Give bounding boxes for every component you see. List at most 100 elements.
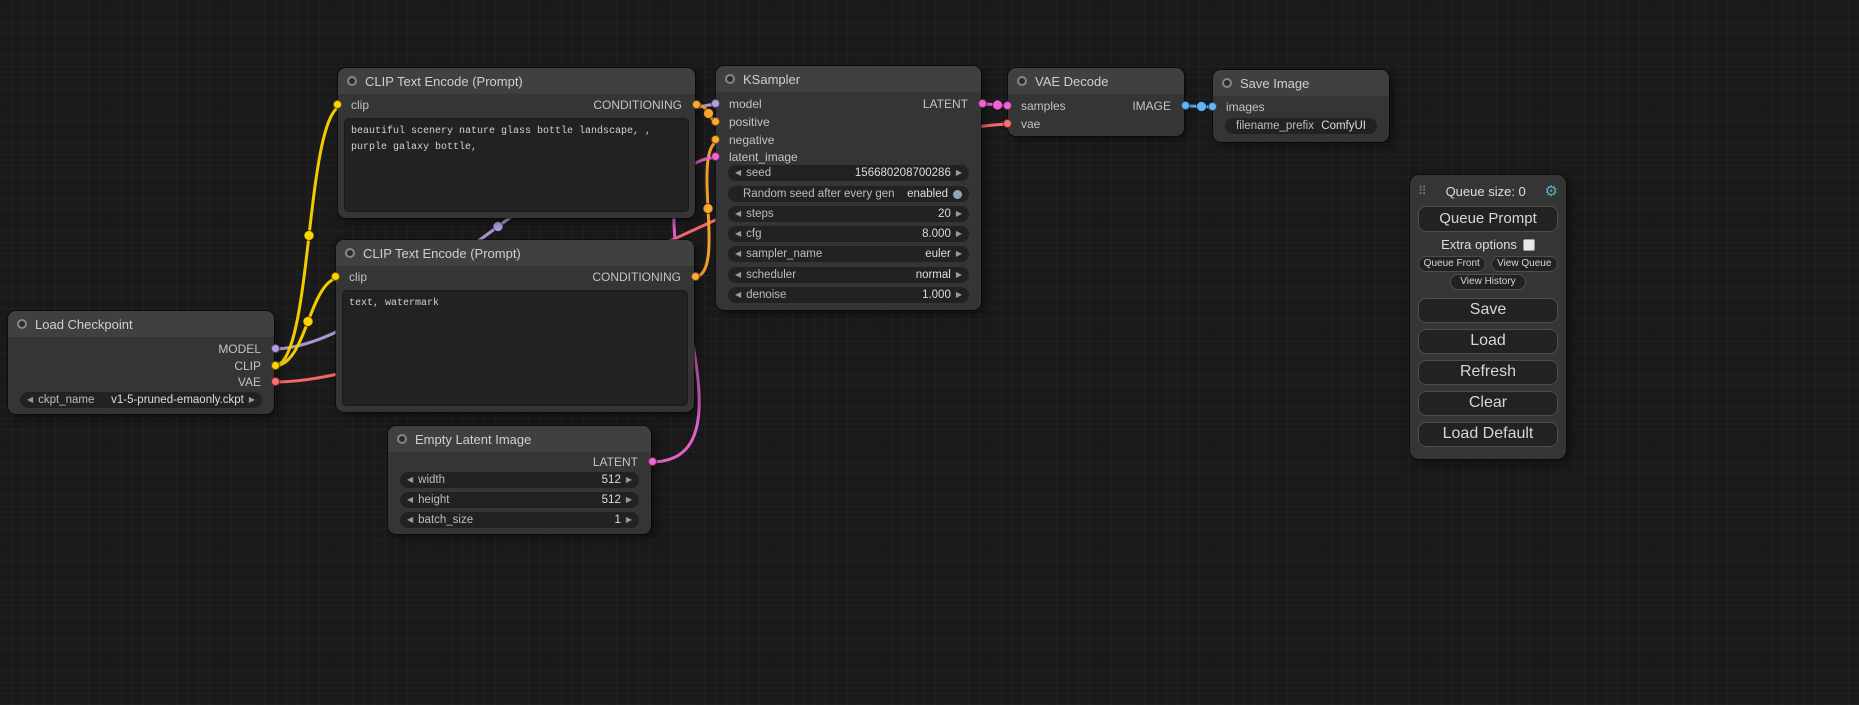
collapse-dot-icon[interactable] xyxy=(1222,78,1232,88)
node-ksampler[interactable]: KSampler model positive negative latent_… xyxy=(716,66,981,310)
node-header[interactable]: VAE Decode xyxy=(1008,68,1184,94)
input-slot-vae[interactable] xyxy=(1003,119,1012,128)
right-arrow-icon[interactable]: ▶ xyxy=(956,291,962,299)
view-history-button[interactable]: View History xyxy=(1450,274,1526,290)
collapse-dot-icon[interactable] xyxy=(347,76,357,86)
collapse-dot-icon[interactable] xyxy=(345,248,355,258)
collapse-dot-icon[interactable] xyxy=(17,319,27,329)
widget-seed[interactable]: ◀ seed 156680208700286 ▶ xyxy=(728,165,969,181)
input-label-negative: negative xyxy=(729,132,774,148)
collapse-dot-icon[interactable] xyxy=(725,74,735,84)
widget-control-after-generate[interactable]: Random seed after every gen enabled xyxy=(728,186,969,202)
output-slot-latent[interactable] xyxy=(978,99,987,108)
widget-steps[interactable]: ◀ steps 20 ▶ xyxy=(728,206,969,222)
output-label-conditioning: CONDITIONING xyxy=(592,269,681,285)
node-header[interactable]: CLIP Text Encode (Prompt) xyxy=(336,240,694,266)
widget-height[interactable]: ◀ height 512 ▶ xyxy=(400,492,639,508)
output-slot-model[interactable] xyxy=(271,344,280,353)
right-arrow-icon[interactable]: ▶ xyxy=(626,496,632,504)
node-load-checkpoint[interactable]: Load Checkpoint MODEL CLIP VAE ◀ ckpt_na… xyxy=(8,311,274,414)
node-header[interactable]: CLIP Text Encode (Prompt) xyxy=(338,68,695,94)
toggle-dot-icon[interactable] xyxy=(953,190,962,199)
load-default-button[interactable]: Load Default xyxy=(1418,422,1558,447)
output-slot-conditioning[interactable] xyxy=(692,100,701,109)
node-header[interactable]: KSampler xyxy=(716,66,981,92)
widget-batch-size[interactable]: ◀ batch_size 1 ▶ xyxy=(400,512,639,528)
wire-clip-negative xyxy=(274,277,342,366)
input-label-images: images xyxy=(1226,99,1265,115)
right-arrow-icon[interactable]: ▶ xyxy=(956,271,962,279)
output-slot-latent[interactable] xyxy=(648,457,657,466)
widget-denoise[interactable]: ◀ denoise 1.000 ▶ xyxy=(728,287,969,303)
widget-value: 1.000 xyxy=(791,289,950,301)
left-arrow-icon[interactable]: ◀ xyxy=(735,230,741,238)
widget-label: ckpt_name xyxy=(38,394,94,406)
prompt-textarea[interactable]: text, watermark xyxy=(342,290,688,406)
left-arrow-icon[interactable]: ◀ xyxy=(407,476,413,484)
widget-label: seed xyxy=(746,167,771,179)
node-graph-canvas[interactable]: Load Checkpoint MODEL CLIP VAE ◀ ckpt_na… xyxy=(0,0,1859,705)
node-header[interactable]: Empty Latent Image xyxy=(388,426,651,452)
prompt-textarea[interactable]: beautiful scenery nature glass bottle la… xyxy=(344,118,689,212)
view-queue-button[interactable]: View Queue xyxy=(1491,256,1559,272)
widget-scheduler[interactable]: ◀ scheduler normal ▶ xyxy=(728,267,969,283)
output-slot-image[interactable] xyxy=(1181,101,1190,110)
right-arrow-icon[interactable]: ▶ xyxy=(249,396,255,404)
left-arrow-icon[interactable]: ◀ xyxy=(735,271,741,279)
left-arrow-icon[interactable]: ◀ xyxy=(27,396,33,404)
widget-filename-prefix[interactable]: filename_prefix ComfyUI xyxy=(1225,118,1377,134)
clear-button[interactable]: Clear xyxy=(1418,391,1558,416)
node-clip-text-encode-positive[interactable]: CLIP Text Encode (Prompt) clip CONDITION… xyxy=(338,68,695,218)
left-arrow-icon[interactable]: ◀ xyxy=(407,516,413,524)
input-slot-clip[interactable] xyxy=(333,100,342,109)
input-slot-samples[interactable] xyxy=(1003,101,1012,110)
save-button[interactable]: Save xyxy=(1418,298,1558,323)
collapse-dot-icon[interactable] xyxy=(1017,76,1027,86)
right-arrow-icon[interactable]: ▶ xyxy=(626,476,632,484)
drag-handle-icon[interactable]: ⠿ xyxy=(1418,184,1427,198)
widget-width[interactable]: ◀ width 512 ▶ xyxy=(400,472,639,488)
node-save-image[interactable]: Save Image images filename_prefix ComfyU… xyxy=(1213,70,1389,142)
input-slot-images[interactable] xyxy=(1208,102,1217,111)
right-arrow-icon[interactable]: ▶ xyxy=(956,210,962,218)
left-arrow-icon[interactable]: ◀ xyxy=(735,210,741,218)
widget-cfg[interactable]: ◀ cfg 8.000 ▶ xyxy=(728,226,969,242)
widget-value: 512 xyxy=(455,494,621,506)
node-clip-text-encode-negative[interactable]: CLIP Text Encode (Prompt) clip CONDITION… xyxy=(336,240,694,412)
left-arrow-icon[interactable]: ◀ xyxy=(735,291,741,299)
widget-ckpt-name[interactable]: ◀ ckpt_name v1-5-pruned-emaonly.ckpt ▶ xyxy=(20,392,262,408)
load-button[interactable]: Load xyxy=(1418,329,1558,354)
queue-front-button[interactable]: Queue Front xyxy=(1418,256,1486,272)
input-slot-model[interactable] xyxy=(711,99,720,108)
right-arrow-icon[interactable]: ▶ xyxy=(956,250,962,258)
left-arrow-icon[interactable]: ◀ xyxy=(735,169,741,177)
input-slot-positive[interactable] xyxy=(711,117,720,126)
extra-options-checkbox[interactable] xyxy=(1523,239,1535,251)
left-arrow-icon[interactable]: ◀ xyxy=(407,496,413,504)
output-slot-vae[interactable] xyxy=(271,377,280,386)
right-arrow-icon[interactable]: ▶ xyxy=(626,516,632,524)
input-slot-latent-image[interactable] xyxy=(711,152,720,161)
right-arrow-icon[interactable]: ▶ xyxy=(956,169,962,177)
output-slot-clip[interactable] xyxy=(271,361,280,370)
node-header[interactable]: Save Image xyxy=(1213,70,1389,96)
node-vae-decode[interactable]: VAE Decode samples vae IMAGE xyxy=(1008,68,1184,136)
output-slot-conditioning[interactable] xyxy=(691,272,700,281)
node-header[interactable]: Load Checkpoint xyxy=(8,311,274,337)
widget-label: steps xyxy=(746,208,774,220)
widget-value: 20 xyxy=(779,208,951,220)
collapse-dot-icon[interactable] xyxy=(397,434,407,444)
input-slot-negative[interactable] xyxy=(711,135,720,144)
input-slot-clip[interactable] xyxy=(331,272,340,281)
widget-value: 156680208700286 xyxy=(776,167,951,179)
settings-gear-icon[interactable]: ⚙ xyxy=(1545,184,1558,199)
wire-midpoint-dot-clip-negative xyxy=(303,317,313,327)
right-arrow-icon[interactable]: ▶ xyxy=(956,230,962,238)
node-empty-latent-image[interactable]: Empty Latent Image LATENT ◀ width 512 ▶ … xyxy=(388,426,651,534)
left-arrow-icon[interactable]: ◀ xyxy=(735,250,741,258)
widget-label: Random seed after every gen xyxy=(743,188,895,200)
node-title: Empty Latent Image xyxy=(415,432,531,447)
queue-prompt-button[interactable]: Queue Prompt xyxy=(1418,206,1558,232)
widget-sampler-name[interactable]: ◀ sampler_name euler ▶ xyxy=(728,246,969,262)
refresh-button[interactable]: Refresh xyxy=(1418,360,1558,385)
